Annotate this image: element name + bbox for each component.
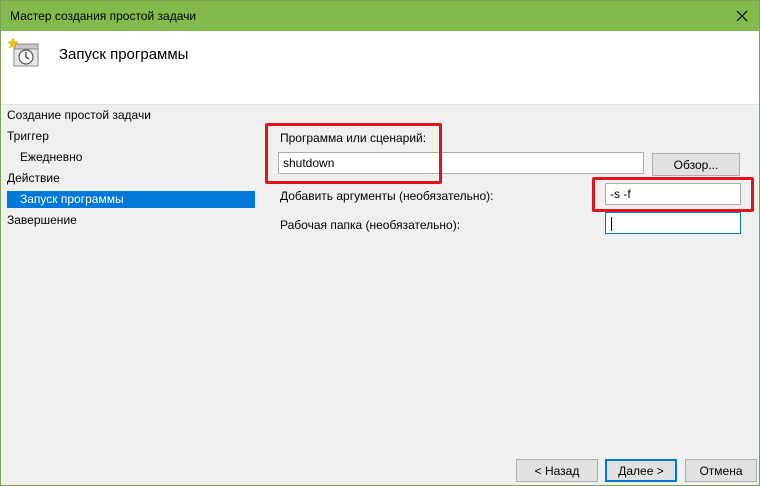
wizard-steps: Создание простой задачи Триггер Ежедневн…	[1, 105, 259, 485]
wizard-header: Запуск программы	[1, 31, 759, 105]
page-title: Запуск программы	[59, 46, 189, 63]
program-input-value: shutdown	[283, 156, 335, 170]
text-caret	[611, 216, 612, 231]
step-start-program[interactable]: Запуск программы	[7, 191, 255, 208]
arguments-input[interactable]: -s -f	[605, 183, 741, 205]
close-button[interactable]	[725, 1, 759, 31]
back-button[interactable]: < Назад	[516, 459, 598, 482]
task-clock-icon	[8, 37, 39, 67]
working-folder-label: Рабочая папка (необязательно):	[280, 218, 461, 232]
program-label: Программа или сценарий:	[280, 131, 427, 145]
close-icon	[736, 10, 748, 22]
step-create-task[interactable]: Создание простой задачи	[7, 107, 151, 124]
step-daily[interactable]: Ежедневно	[20, 149, 82, 166]
title-bar: Мастер создания простой задачи	[1, 1, 759, 31]
wizard-window: Мастер создания простой задачи Запуск пр…	[0, 0, 760, 486]
step-action[interactable]: Действие	[7, 170, 60, 187]
step-trigger[interactable]: Триггер	[7, 128, 49, 145]
step-finish[interactable]: Завершение	[7, 212, 77, 229]
program-input[interactable]: shutdown	[278, 152, 644, 174]
arguments-label: Добавить аргументы (необязательно):	[280, 189, 494, 203]
arguments-input-value: -s -f	[610, 187, 631, 201]
window-title: Мастер создания простой задачи	[10, 9, 197, 23]
working-folder-input[interactable]	[605, 212, 741, 234]
browse-button[interactable]: Обзор...	[652, 153, 740, 176]
cancel-button[interactable]: Отмена	[685, 459, 757, 482]
next-button[interactable]: Далее >	[605, 459, 677, 482]
